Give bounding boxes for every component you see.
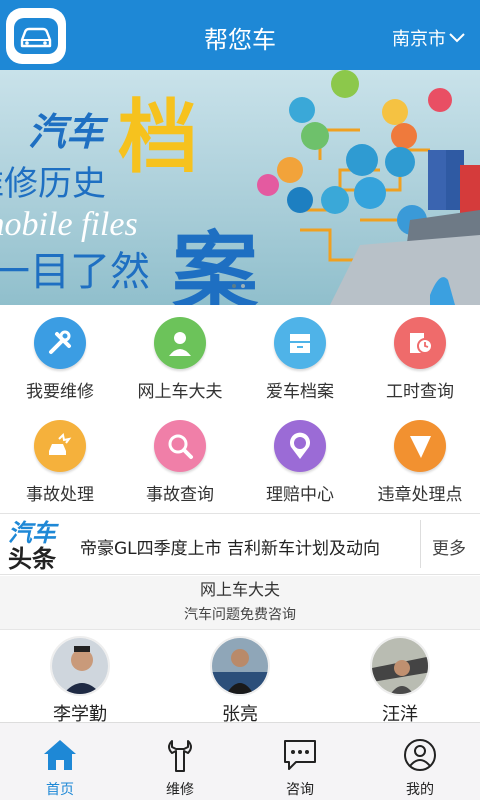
avatar bbox=[50, 636, 110, 696]
service-label: 事故处理 bbox=[26, 485, 94, 505]
top-bar: 帮您车 南京市 bbox=[0, 0, 480, 70]
tab-label: 咨询 bbox=[286, 782, 314, 798]
promo-banner[interactable]: 汽车 档 维修历史 mobile files 一目了然 案 bbox=[0, 70, 480, 305]
pager-dot bbox=[241, 284, 245, 288]
banner-line1: 汽车 bbox=[28, 112, 109, 154]
news-ticker: 汽车 头条 帝豪GL四季度上市 吉利新车计划及动向 更多 bbox=[0, 513, 480, 575]
tab-home[interactable]: 首页 bbox=[0, 723, 120, 800]
svg-text:汽车: 汽车 bbox=[8, 520, 59, 547]
services-grid: 我要维修 网上车大夫 爱车档案 工时查询 事故处理 事故查询 理赔中心 违章处理… bbox=[0, 305, 480, 511]
banner-line2: 维修历史 bbox=[0, 165, 106, 203]
service-accident-query[interactable]: 事故查询 bbox=[120, 408, 240, 511]
service-label: 网上车大夫 bbox=[137, 382, 223, 402]
service-label: 违章处理点 bbox=[377, 485, 463, 505]
divider bbox=[420, 520, 421, 568]
car-crash-icon bbox=[34, 420, 86, 472]
svg-text:头条: 头条 bbox=[8, 546, 57, 571]
chevron-down-icon bbox=[449, 33, 465, 43]
doctor-icon bbox=[154, 317, 206, 369]
tab-mine[interactable]: 我的 bbox=[360, 723, 480, 800]
service-repair[interactable]: 我要维修 bbox=[0, 305, 120, 408]
banner-artwork: 汽车 档 维修历史 mobile files 一目了然 案 bbox=[0, 70, 480, 305]
tab-consult[interactable]: 咨询 bbox=[240, 723, 360, 800]
tab-label: 我的 bbox=[406, 782, 434, 798]
wrench-icon bbox=[34, 317, 86, 369]
chat-icon bbox=[280, 735, 320, 775]
service-label: 爱车档案 bbox=[266, 382, 334, 402]
service-car-files[interactable]: 爱车档案 bbox=[240, 305, 360, 408]
home-icon bbox=[40, 735, 80, 775]
headlines-logo: 汽车 头条 bbox=[8, 520, 59, 571]
city-selector[interactable]: 南京市 bbox=[392, 25, 466, 51]
tab-repair[interactable]: 维修 bbox=[120, 723, 240, 800]
wrench-icon bbox=[160, 735, 200, 775]
service-online-doctor[interactable]: 网上车大夫 bbox=[120, 305, 240, 408]
pager-dot bbox=[232, 284, 236, 288]
banner-line3: mobile files bbox=[0, 206, 138, 243]
service-label: 我要维修 bbox=[26, 382, 94, 402]
user-icon bbox=[400, 735, 440, 775]
section-title: 网上车大夫 bbox=[0, 576, 480, 603]
magnifier-icon bbox=[154, 420, 206, 472]
service-violation-points[interactable]: 违章处理点 bbox=[360, 408, 480, 511]
banner-pager bbox=[232, 284, 245, 288]
city-label: 南京市 bbox=[392, 29, 446, 50]
tab-label: 维修 bbox=[166, 782, 194, 798]
banner-line4: 一目了然 bbox=[0, 250, 150, 294]
service-label: 工时查询 bbox=[386, 382, 454, 402]
avatar bbox=[370, 636, 430, 696]
claim-pin-icon bbox=[274, 420, 326, 472]
bottom-tab-bar: 首页 维修 咨询 我的 bbox=[0, 722, 480, 800]
doctor-card[interactable]: 李学勤 bbox=[20, 636, 140, 726]
file-box-icon bbox=[274, 317, 326, 369]
service-claims-center[interactable]: 理赔中心 bbox=[240, 408, 360, 511]
doctor-card[interactable]: 张亮 bbox=[180, 636, 300, 726]
news-headline[interactable]: 帝豪GL四季度上市 吉利新车计划及动向 bbox=[80, 534, 380, 559]
service-hours-query[interactable]: 工时查询 bbox=[360, 305, 480, 408]
banner-line4-big: 案 bbox=[172, 225, 259, 305]
tab-label: 首页 bbox=[46, 782, 74, 798]
doctor-list: 李学勤 张亮 汪洋 bbox=[0, 630, 480, 725]
section-subtitle: 汽车问题免费咨询 bbox=[0, 603, 480, 630]
service-label: 理赔中心 bbox=[266, 485, 334, 505]
service-accident-handling[interactable]: 事故处理 bbox=[0, 408, 120, 511]
more-link[interactable]: 更多 bbox=[432, 534, 466, 559]
doctor-card[interactable]: 汪洋 bbox=[340, 636, 460, 726]
clock-icon bbox=[394, 317, 446, 369]
avatar bbox=[210, 636, 270, 696]
banner-line1-big: 档 bbox=[118, 93, 198, 182]
service-label: 事故查询 bbox=[146, 485, 214, 505]
violation-icon bbox=[394, 420, 446, 472]
